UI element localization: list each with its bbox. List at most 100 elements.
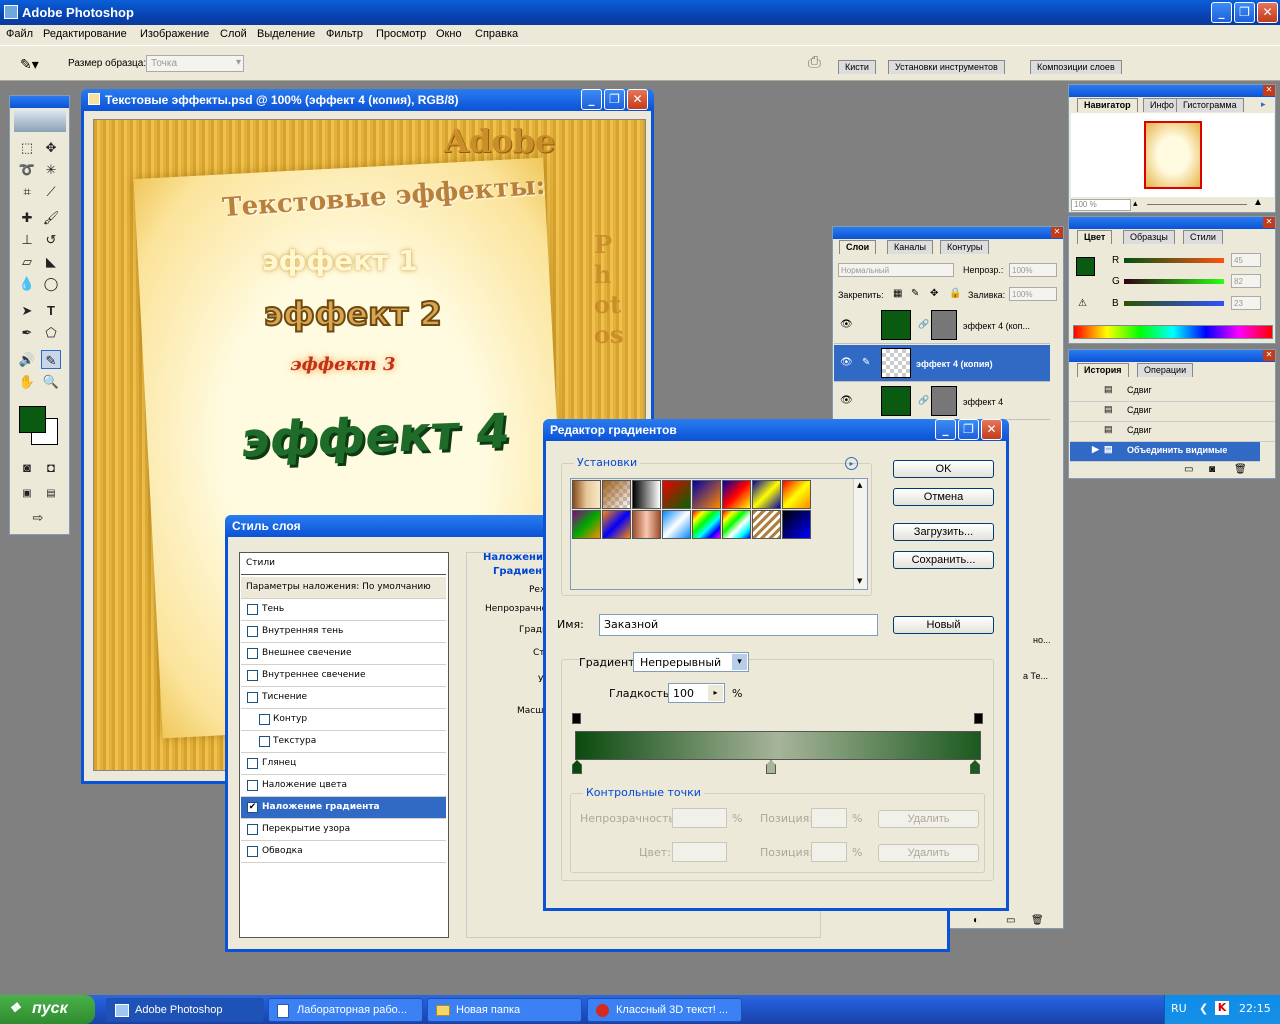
checkbox[interactable]: [247, 846, 258, 857]
gradient-bar[interactable]: [575, 731, 981, 760]
navigator-close-icon[interactable]: ✕: [1263, 85, 1275, 96]
eye-icon[interactable]: 👁: [840, 319, 853, 330]
screen-mode-icon[interactable]: ▣: [17, 484, 37, 503]
menu-edit[interactable]: Редактирование: [43, 28, 127, 40]
new-button[interactable]: Новый: [893, 616, 994, 634]
zoom-out-icon[interactable]: ▴: [1133, 198, 1138, 209]
menu-help[interactable]: Справка: [475, 28, 518, 40]
bucket-tool-icon[interactable]: ◣: [41, 252, 61, 271]
arrow-right-icon[interactable]: ▸: [708, 685, 723, 701]
foreground-color-fill[interactable]: [19, 406, 46, 433]
standard-mode-icon[interactable]: ◙: [17, 458, 37, 477]
r-slider[interactable]: [1124, 258, 1224, 263]
preset-swatch[interactable]: [632, 510, 661, 539]
language-indicator[interactable]: RU: [1171, 1002, 1187, 1015]
zoom-slider[interactable]: [1147, 204, 1247, 205]
opacity-stop-left[interactable]: [572, 713, 581, 724]
history-item[interactable]: ▤ Сдвиг: [1070, 402, 1275, 422]
checkbox[interactable]: [247, 604, 258, 615]
eye-icon[interactable]: 👁: [840, 357, 853, 368]
preset-swatch[interactable]: [572, 480, 601, 509]
load-button[interactable]: Загрузить...: [893, 523, 994, 541]
navigator-preview-area[interactable]: [1071, 113, 1274, 197]
taskbar-item-photoshop[interactable]: Adobe Photoshop: [106, 998, 264, 1022]
delete-layer-icon[interactable]: 🗑: [1031, 915, 1044, 926]
checkbox[interactable]: [247, 758, 258, 769]
trash-icon[interactable]: 🗑: [1234, 464, 1247, 475]
antivirus-icon[interactable]: K: [1215, 1001, 1229, 1015]
eyedropper-icon[interactable]: ✎▾: [20, 56, 39, 73]
checkbox[interactable]: [247, 670, 258, 681]
tab-navigator[interactable]: Навигатор: [1077, 98, 1138, 112]
b-slider[interactable]: [1124, 301, 1224, 306]
minimize-button[interactable]: _: [1211, 2, 1232, 23]
preset-swatch[interactable]: [692, 510, 721, 539]
save-button[interactable]: Сохранить...: [893, 551, 994, 569]
color-close-icon[interactable]: ✕: [1263, 217, 1275, 228]
lasso-tool-icon[interactable]: ➰: [17, 160, 37, 179]
fullscreen-mode-icon[interactable]: ▤: [41, 484, 61, 503]
stop-position-input[interactable]: [811, 808, 847, 828]
zoom-in-icon[interactable]: ▲: [1253, 197, 1263, 208]
magic-wand-tool-icon[interactable]: ✳: [41, 160, 61, 179]
delete-opacity-stop-button[interactable]: Удалить: [878, 810, 979, 828]
eye-icon[interactable]: 👁: [840, 395, 853, 406]
checkbox[interactable]: [247, 824, 258, 835]
style-row-inner-shadow[interactable]: Внутренняя тень: [241, 621, 446, 643]
sample-size-select[interactable]: Точка ▾: [146, 55, 244, 72]
navigator-zoom-field[interactable]: 100 %: [1071, 199, 1131, 211]
blur-tool-icon[interactable]: 💧: [17, 274, 37, 293]
preset-swatch[interactable]: [662, 480, 691, 509]
eraser-tool-icon[interactable]: ▱: [17, 252, 37, 271]
zoom-tool-icon[interactable]: 🔍: [41, 372, 61, 391]
menu-filter[interactable]: Фильтр: [326, 28, 363, 40]
snapshot-icon[interactable]: ◙: [1209, 464, 1215, 475]
stop-color-position-input[interactable]: [811, 842, 847, 862]
ok-button[interactable]: OK: [893, 460, 994, 478]
brush-tool-icon[interactable]: 🖌: [41, 208, 61, 227]
eyedropper-tool-icon[interactable]: ✎: [41, 350, 61, 369]
tab-brushes[interactable]: Кисти: [838, 60, 876, 74]
gamut-warning-icon[interactable]: ⚠: [1078, 298, 1087, 309]
preset-swatch[interactable]: [722, 510, 751, 539]
preset-swatch[interactable]: [782, 480, 811, 509]
pen-tool-icon[interactable]: ✒: [17, 323, 37, 342]
layer-opacity-field[interactable]: 100%: [1009, 263, 1057, 277]
tab-channels[interactable]: Каналы: [887, 240, 933, 254]
crop-tool-icon[interactable]: ⌗: [17, 182, 37, 201]
ge-maximize-button[interactable]: ❐: [958, 419, 979, 440]
type-tool-icon[interactable]: T: [41, 301, 61, 320]
preset-swatch[interactable]: [632, 480, 661, 509]
taskbar-item-folder[interactable]: Новая папка: [427, 998, 582, 1022]
preset-swatch[interactable]: [782, 510, 811, 539]
start-button[interactable]: ❖ пуск: [0, 995, 95, 1024]
doc-minimize-button[interactable]: _: [581, 89, 602, 110]
smoothness-input[interactable]: 100 ▸: [668, 683, 725, 703]
checkbox[interactable]: [247, 780, 258, 791]
g-value[interactable]: 82: [1231, 274, 1261, 288]
tab-actions[interactable]: Операции: [1137, 363, 1194, 377]
preset-swatch[interactable]: [572, 510, 601, 539]
imageready-jump-icon[interactable]: ⇨: [28, 508, 48, 527]
tab-styles[interactable]: Стили: [1183, 230, 1223, 244]
stop-opacity-input[interactable]: [672, 808, 727, 828]
maximize-button[interactable]: ❐: [1234, 2, 1255, 23]
style-row-gradient-overlay[interactable]: ✔ Наложение градиента: [241, 797, 446, 819]
r-value[interactable]: 45: [1231, 253, 1261, 267]
style-row-shadow[interactable]: Тень: [241, 599, 446, 621]
preset-swatch[interactable]: [722, 480, 751, 509]
adjustment-layer-icon[interactable]: ◐: [973, 915, 979, 926]
layer-row[interactable]: 👁 🔗 эффект 4 (коп...: [834, 307, 1050, 344]
history-item[interactable]: ▤ Сдвиг: [1070, 382, 1275, 402]
g-slider[interactable]: [1124, 279, 1224, 284]
lock-transparency-icon[interactable]: ▦: [893, 288, 902, 299]
history-item[interactable]: ▤ Сдвиг: [1070, 422, 1275, 442]
preset-swatch[interactable]: [602, 510, 631, 539]
quickmask-mode-icon[interactable]: ◘: [41, 458, 61, 477]
healing-tool-icon[interactable]: ✚: [17, 208, 37, 227]
fg-color-chip[interactable]: [1076, 257, 1095, 276]
checkbox[interactable]: [259, 714, 270, 725]
style-row-inner-glow[interactable]: Внутреннее свечение: [241, 665, 446, 687]
preset-swatch[interactable]: [692, 480, 721, 509]
style-row-outer-glow[interactable]: Внешнее свечение: [241, 643, 446, 665]
